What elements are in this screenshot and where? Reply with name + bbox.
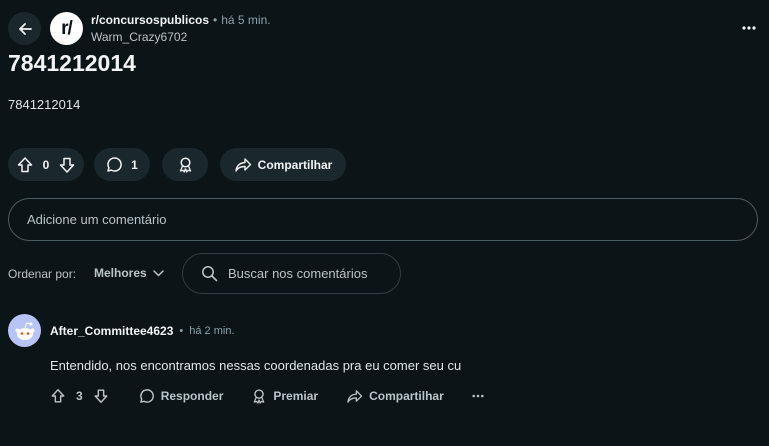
vote-bar: 0 xyxy=(8,148,84,181)
post-page: r/ r/concursospublicos • há 5 min. Warm_… xyxy=(0,0,769,446)
more-icon xyxy=(742,26,756,30)
add-comment-input[interactable]: Adicione um comentário xyxy=(8,198,758,241)
comments-button[interactable]: 1 xyxy=(94,148,150,181)
back-arrow-icon xyxy=(17,21,33,37)
reply-button[interactable]: Responder xyxy=(139,388,224,404)
award-button[interactable] xyxy=(162,148,208,181)
share-button[interactable]: Compartilhar xyxy=(220,148,346,181)
add-comment-placeholder: Adicione um comentário xyxy=(27,212,167,227)
subreddit-name[interactable]: r/concursospublicos xyxy=(91,13,209,27)
reply-label: Responder xyxy=(160,389,224,403)
snoo-avatar-icon xyxy=(12,318,38,344)
sort-label: Ordenar por: xyxy=(8,267,77,281)
comment-share-label: Compartilhar xyxy=(369,389,444,403)
comment-icon xyxy=(139,388,155,404)
comment-score: 3 xyxy=(76,389,83,403)
award-icon xyxy=(177,156,194,173)
more-options-button[interactable] xyxy=(741,18,757,38)
comment-header: After_Committee4623 • há 2 min. xyxy=(50,324,235,338)
post-time: há 5 min. xyxy=(221,13,271,27)
comment-author[interactable]: After_Committee4623 xyxy=(50,324,173,338)
search-icon xyxy=(201,265,218,282)
post-meta: r/concursospublicos • há 5 min. xyxy=(91,13,271,27)
share-icon xyxy=(234,157,252,173)
downvote-icon[interactable] xyxy=(58,156,76,174)
post-score: 0 xyxy=(42,157,50,172)
more-icon xyxy=(472,394,484,398)
upvote-icon[interactable] xyxy=(16,156,34,174)
meta-separator: • xyxy=(213,13,218,27)
award-comment-button[interactable]: Premiar xyxy=(251,388,318,404)
upvote-icon[interactable] xyxy=(50,388,66,404)
chevron-down-icon xyxy=(152,269,164,277)
back-button[interactable] xyxy=(8,12,41,45)
share-icon xyxy=(346,389,363,404)
search-comments-input[interactable]: Buscar nos comentários xyxy=(182,253,401,294)
comment-body: Entendido, nos encontramos nessas coorde… xyxy=(50,358,462,373)
sort-dropdown[interactable]: Melhores xyxy=(94,266,164,280)
share-label: Compartilhar xyxy=(257,157,333,172)
award-icon xyxy=(251,388,267,404)
post-author[interactable]: Warm_Crazy6702 xyxy=(91,30,187,44)
avatar[interactable] xyxy=(8,314,41,347)
subreddit-avatar[interactable]: r/ xyxy=(50,12,83,45)
search-placeholder: Buscar nos comentários xyxy=(228,266,368,281)
award-label: Premiar xyxy=(273,389,319,403)
comment-separator: • xyxy=(179,325,184,337)
comment-icon xyxy=(106,156,123,173)
post-body: 7841212014 xyxy=(8,97,81,112)
comment-actions: 3 Responder Premiar Compartilhar xyxy=(50,386,484,406)
share-comment-button[interactable]: Compartilhar xyxy=(346,389,444,404)
comment-time: há 2 min. xyxy=(189,325,235,337)
comments-count: 1 xyxy=(131,157,138,172)
comment-vote: 3 xyxy=(50,388,109,404)
post-title: 7841212014 xyxy=(8,50,136,76)
comment-more-button[interactable] xyxy=(472,394,484,398)
sort-value: Melhores xyxy=(94,266,147,280)
downvote-icon[interactable] xyxy=(93,388,109,404)
